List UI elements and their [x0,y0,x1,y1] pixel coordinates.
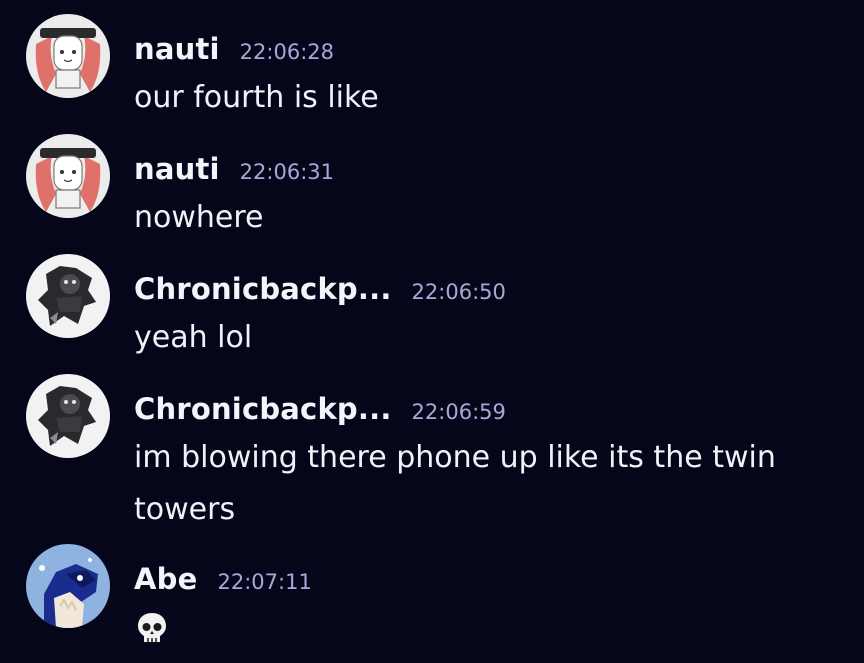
chat-message-list: nauti 22:06:28 our fourth is like nauti … [0,0,864,654]
timestamp: 22:06:59 [411,400,506,424]
message-text: nowhere [134,200,264,235]
user-avatar[interactable] [26,374,110,458]
message-text: im blowing there phone up like its the t… [134,440,776,527]
username[interactable]: nauti [134,32,220,66]
message-header: nauti 22:06:28 [134,32,334,66]
user-avatar[interactable] [26,254,110,338]
dark-character-avatar-icon [26,254,110,338]
timestamp: 22:06:28 [239,40,334,64]
timestamp: 22:06:31 [239,160,334,184]
message-text: our fourth is like [134,80,379,115]
user-avatar[interactable] [26,14,110,98]
message-header: Chronicbackp... 22:06:50 [134,272,506,306]
timestamp: 22:06:50 [411,280,506,304]
username[interactable]: Chronicbackp... [134,392,392,426]
blue-dog-avatar-icon [26,544,110,628]
dark-character-avatar-icon [26,374,110,458]
message-header: Chronicbackp... 22:06:59 [134,392,506,426]
skull-emoji-icon [134,610,170,663]
username[interactable]: Abe [134,562,197,596]
user-avatar[interactable] [26,134,110,218]
username[interactable]: nauti [134,152,220,186]
username[interactable]: Chronicbackp... [134,272,392,306]
message-header: Abe 22:07:11 [134,562,312,596]
user-avatar[interactable] [26,544,110,628]
timestamp: 22:07:11 [217,570,312,594]
red-haired-character-avatar-icon [26,14,110,98]
message-text: yeah lol [134,320,253,355]
red-haired-character-avatar-icon [26,134,110,218]
message-header: nauti 22:06:31 [134,152,334,186]
